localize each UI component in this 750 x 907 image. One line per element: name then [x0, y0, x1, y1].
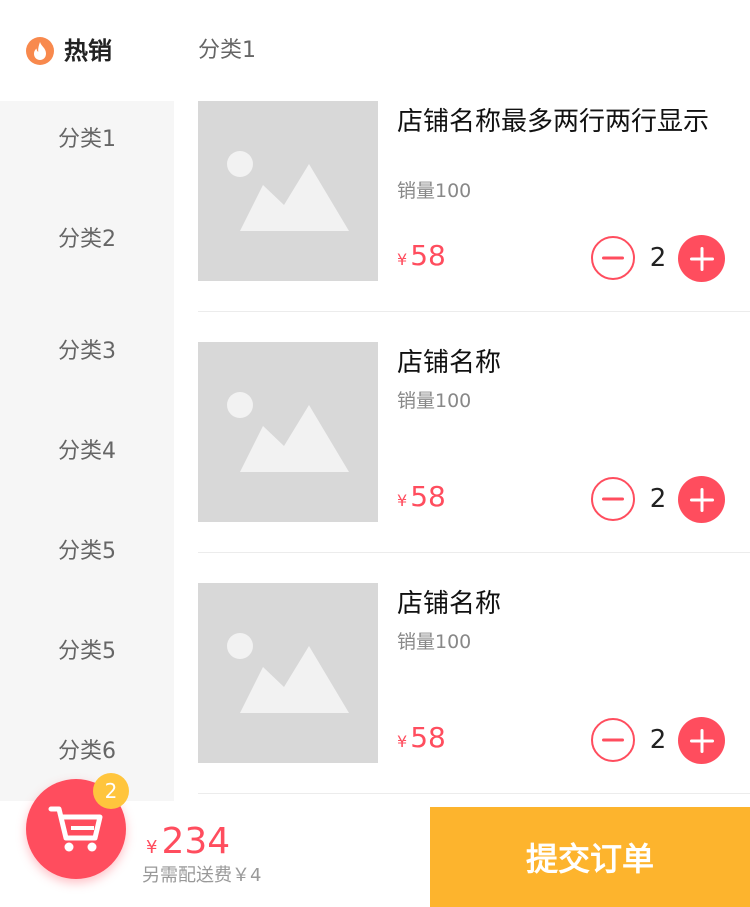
- delivery-fee-note: 另需配送费￥4: [142, 865, 262, 886]
- product-sales: 销量100: [397, 390, 472, 412]
- increase-quantity-button[interactable]: [678, 235, 725, 282]
- product-sales: 销量100: [397, 631, 472, 653]
- category-sidebar: 分类1 分类2 分类3 分类4 分类5 分类5 分类6: [0, 101, 174, 801]
- product-name: 店铺名称最多两行两行显示: [397, 107, 710, 137]
- price-currency: ¥: [397, 732, 408, 751]
- quantity-value: 2: [649, 484, 667, 514]
- product-card[interactable]: 店铺名称 销量100 ¥58 2: [198, 583, 750, 764]
- product-name: 店铺名称: [397, 348, 502, 378]
- price-value: 58: [410, 721, 446, 754]
- cart-count-badge: 2: [93, 773, 129, 809]
- sidebar-item-category-5[interactable]: 分类5: [0, 537, 174, 567]
- submit-order-button[interactable]: 提交订单: [430, 807, 750, 907]
- decrease-quantity-button[interactable]: [591, 718, 635, 762]
- minus-icon: [602, 256, 624, 260]
- sidebar-item-category-6[interactable]: 分类6: [0, 737, 174, 767]
- decrease-quantity-button[interactable]: [591, 236, 635, 280]
- minus-icon: [602, 738, 624, 742]
- plus-icon: [689, 487, 714, 512]
- divider: [198, 793, 750, 794]
- plus-icon: [689, 728, 714, 753]
- cart-total: ¥234: [146, 822, 230, 868]
- sidebar-item-category-4[interactable]: 分类4: [0, 437, 174, 467]
- image-placeholder-icon: [198, 101, 378, 281]
- image-placeholder-icon: [198, 583, 378, 763]
- product-price: ¥58: [397, 482, 446, 516]
- divider: [198, 311, 750, 312]
- quantity-value: 2: [649, 243, 667, 273]
- category-title: 分类1: [198, 38, 256, 63]
- price-currency: ¥: [397, 491, 408, 510]
- minus-icon: [602, 497, 624, 501]
- product-card[interactable]: 店铺名称 销量100 ¥58 2: [198, 342, 750, 523]
- hot-sales-label: 热销: [64, 37, 112, 65]
- product-name: 店铺名称: [397, 589, 502, 619]
- quantity-value: 2: [649, 725, 667, 755]
- increase-quantity-button[interactable]: [678, 717, 725, 764]
- fire-icon: [26, 37, 54, 65]
- price-currency: ¥: [397, 250, 408, 269]
- price-value: 58: [410, 239, 446, 272]
- sidebar-item-category-1[interactable]: 分类1: [0, 125, 174, 155]
- decrease-quantity-button[interactable]: [591, 477, 635, 521]
- divider: [198, 552, 750, 553]
- hot-sales-header[interactable]: 热销: [0, 0, 174, 101]
- total-currency: ¥: [146, 837, 158, 858]
- price-value: 58: [410, 480, 446, 513]
- sidebar-item-category-2[interactable]: 分类2: [0, 225, 174, 255]
- plus-icon: [689, 246, 714, 271]
- sidebar-item-category-3[interactable]: 分类3: [0, 337, 174, 367]
- increase-quantity-button[interactable]: [678, 476, 725, 523]
- shopping-cart-icon: [48, 806, 103, 852]
- sidebar-item-category-5b[interactable]: 分类5: [0, 637, 174, 667]
- image-placeholder-icon: [198, 342, 378, 522]
- app-root: 热销 分类1 分类2 分类3 分类4 分类5 分类5 分类6 分类1 店铺名称最…: [0, 0, 750, 907]
- product-card[interactable]: 店铺名称最多两行两行显示 销量100 ¥58 2: [198, 101, 750, 282]
- product-sales: 销量100: [397, 180, 472, 202]
- product-price: ¥58: [397, 241, 446, 275]
- product-price: ¥58: [397, 723, 446, 757]
- total-value: 234: [161, 821, 231, 862]
